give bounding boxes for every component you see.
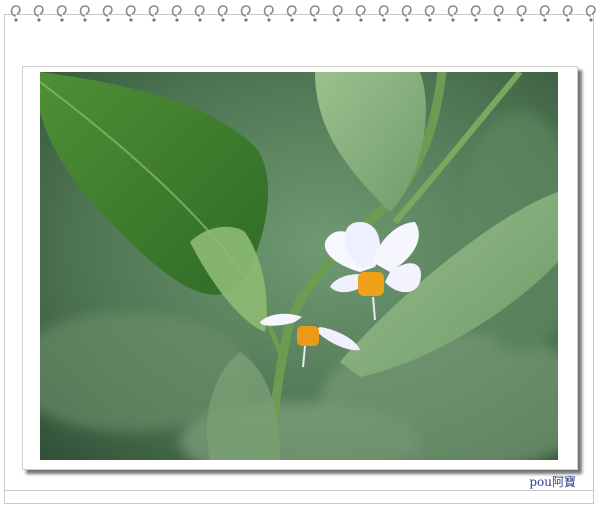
binding-ring xyxy=(79,5,90,17)
binding-ring xyxy=(10,5,21,17)
binding-hole xyxy=(589,18,593,22)
binding-hole xyxy=(359,18,363,22)
binding-ring xyxy=(447,5,458,17)
binding-hole xyxy=(543,18,547,22)
anthers xyxy=(358,272,384,296)
binding-hole xyxy=(520,18,524,22)
binding-ring xyxy=(56,5,67,17)
binding-ring xyxy=(263,5,274,17)
binding-ring xyxy=(516,5,527,17)
binding-hole xyxy=(474,18,478,22)
binding-ring xyxy=(562,5,573,17)
binding-hole xyxy=(405,18,409,22)
binding-hole xyxy=(37,18,41,22)
binding-ring xyxy=(539,5,550,17)
binding-hole xyxy=(313,18,317,22)
binding-ring xyxy=(378,5,389,17)
binding-ring xyxy=(470,5,481,17)
flower-photo xyxy=(40,72,558,460)
binding-hole xyxy=(83,18,87,22)
binding-ring xyxy=(424,5,435,17)
bud-anthers xyxy=(297,326,319,346)
binding-hole xyxy=(244,18,248,22)
frame-bottom-rule xyxy=(4,490,594,491)
binding-hole xyxy=(152,18,156,22)
spiral-binding xyxy=(10,5,596,22)
binding-hole xyxy=(175,18,179,22)
watermark-signature: pou阿寶 xyxy=(529,475,576,489)
binding-hole xyxy=(290,18,294,22)
binding-hole xyxy=(129,18,133,22)
binding-ring xyxy=(493,5,504,17)
binding-ring xyxy=(286,5,297,17)
binding-ring xyxy=(148,5,159,17)
binding-hole xyxy=(428,18,432,22)
binding-ring xyxy=(33,5,44,17)
binding-ring xyxy=(217,5,228,17)
binding-hole xyxy=(382,18,386,22)
binding-ring xyxy=(401,5,412,17)
binding-hole xyxy=(267,18,271,22)
binding-ring xyxy=(332,5,343,17)
binding-ring xyxy=(125,5,136,17)
binding-hole xyxy=(336,18,340,22)
binding-ring xyxy=(171,5,182,17)
binding-hole xyxy=(221,18,225,22)
binding-hole xyxy=(451,18,455,22)
binding-ring xyxy=(355,5,366,17)
binding-hole xyxy=(566,18,570,22)
binding-hole xyxy=(497,18,501,22)
binding-ring xyxy=(102,5,113,17)
binding-hole xyxy=(106,18,110,22)
binding-ring xyxy=(194,5,205,17)
binding-ring xyxy=(240,5,251,17)
binding-hole xyxy=(14,18,18,22)
binding-hole xyxy=(60,18,64,22)
binding-hole xyxy=(198,18,202,22)
binding-ring xyxy=(585,5,596,17)
binding-ring xyxy=(309,5,320,17)
